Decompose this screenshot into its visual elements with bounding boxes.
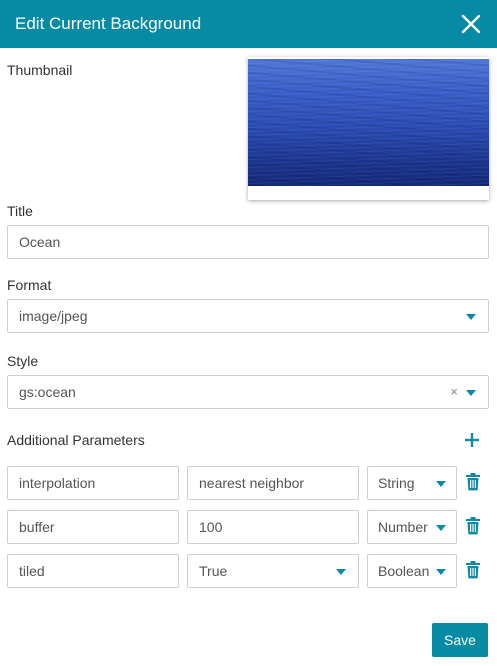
chevron-down-icon xyxy=(336,569,346,575)
chevron-down-icon xyxy=(436,569,446,575)
parameter-type-select[interactable]: Boolean xyxy=(367,554,457,588)
parameter-type-select[interactable]: String xyxy=(367,466,457,500)
parameter-value-select[interactable]: True xyxy=(187,554,359,588)
dialog-header: Edit Current Background xyxy=(0,0,497,48)
delete-parameter-button[interactable] xyxy=(466,473,480,491)
title-label: Title xyxy=(7,203,33,219)
parameter-value-input[interactable]: nearest neighbor xyxy=(187,466,359,500)
clear-icon[interactable]: × xyxy=(450,384,458,400)
plus-icon xyxy=(465,433,479,447)
add-parameter-button[interactable] xyxy=(463,431,481,449)
parameter-type-value: Boolean xyxy=(378,563,430,579)
chevron-down-icon xyxy=(436,525,446,531)
chevron-down-icon xyxy=(436,481,446,487)
parameter-name-input[interactable]: interpolation xyxy=(7,466,179,500)
parameter-value: True xyxy=(199,563,228,579)
thumbnail-label: Thumbnail xyxy=(7,62,73,78)
thumbnail-image xyxy=(248,59,489,186)
delete-parameter-button[interactable] xyxy=(466,517,480,535)
parameter-name-input[interactable]: tiled xyxy=(7,554,179,588)
chevron-down-icon xyxy=(466,314,476,320)
parameter-type-select[interactable]: Number xyxy=(367,510,457,544)
close-icon xyxy=(461,14,481,34)
format-label: Format xyxy=(7,277,52,293)
close-button[interactable] xyxy=(459,12,483,36)
format-select-value: image/jpeg xyxy=(19,308,88,324)
parameter-name-input[interactable]: buffer xyxy=(7,510,179,544)
format-select[interactable]: image/jpeg xyxy=(7,299,489,333)
chevron-down-icon xyxy=(466,390,476,396)
trash-icon xyxy=(466,517,480,535)
delete-parameter-button[interactable] xyxy=(466,561,480,579)
trash-icon xyxy=(466,473,480,491)
parameter-type-value: String xyxy=(378,475,415,491)
parameter-type-value: Number xyxy=(378,519,428,535)
additional-parameters-label: Additional Parameters xyxy=(7,432,145,448)
thumbnail-card[interactable] xyxy=(248,57,489,200)
title-input[interactable]: Ocean xyxy=(7,225,489,259)
save-button[interactable]: Save xyxy=(432,623,488,657)
dialog-title: Edit Current Background xyxy=(15,14,202,33)
style-label: Style xyxy=(7,353,39,369)
trash-icon xyxy=(466,561,480,579)
parameter-value-input[interactable]: 100 xyxy=(187,510,359,544)
style-select[interactable]: gs:ocean × xyxy=(7,375,489,409)
style-select-value: gs:ocean xyxy=(19,384,76,400)
